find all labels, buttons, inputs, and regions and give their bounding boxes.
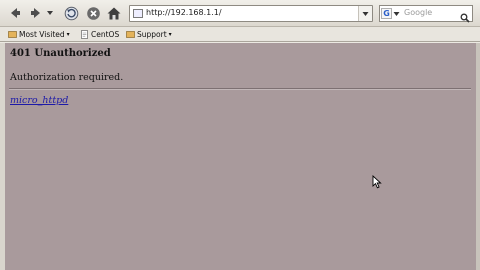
page-title: 401 Unauthorized — [10, 48, 111, 59]
server-link[interactable]: micro_httpd — [10, 95, 68, 106]
history-dropdown-button[interactable] — [44, 4, 56, 22]
navigation-toolbar: http://192.168.1.1/ G Google — [0, 0, 480, 27]
chevron-down-icon — [362, 11, 369, 16]
magnifier-icon — [460, 13, 470, 23]
bookmark-label: Support — [137, 30, 167, 39]
reload-icon — [64, 6, 78, 20]
chevron-down-icon: ▾ — [66, 31, 70, 38]
reload-button[interactable] — [61, 4, 81, 22]
horizontal-rule — [9, 88, 471, 90]
window-right-edge — [476, 43, 480, 270]
stop-icon — [86, 6, 100, 20]
url-text[interactable]: http://192.168.1.1/ — [146, 8, 222, 17]
site-favicon-icon — [133, 9, 143, 18]
forward-arrow-icon — [31, 8, 40, 18]
bookmark-centos[interactable]: CentOS — [80, 29, 119, 40]
back-arrow-icon — [11, 8, 20, 18]
page-icon — [81, 30, 88, 39]
home-button[interactable] — [104, 4, 124, 22]
chevron-down-icon: ▾ — [168, 31, 172, 38]
back-button[interactable] — [5, 4, 25, 22]
mouse-pointer-icon — [372, 175, 382, 189]
star-icon — [8, 31, 17, 38]
url-dropdown-button[interactable] — [358, 6, 372, 21]
error-message: Authorization required. — [10, 72, 124, 83]
bookmark-support[interactable]: Support ▾ — [126, 29, 172, 40]
page-content: 401 Unauthorized Authorization required.… — [5, 43, 476, 270]
stop-button[interactable] — [83, 4, 103, 22]
chevron-down-icon — [393, 11, 400, 16]
chevron-down-icon — [47, 11, 53, 15]
search-input[interactable]: Google — [404, 8, 432, 17]
address-bar[interactable]: http://192.168.1.1/ — [129, 5, 373, 22]
bookmarks-toolbar: Most Visited ▾ CentOS Support ▾ — [0, 27, 480, 42]
search-box[interactable]: G Google — [379, 5, 473, 23]
home-icon — [107, 7, 121, 19]
globe-icon — [126, 31, 135, 38]
google-icon: G — [381, 8, 392, 19]
forward-button[interactable] — [26, 4, 46, 22]
bookmark-label: Most Visited — [19, 30, 65, 39]
search-button[interactable] — [460, 8, 470, 27]
browser-window: http://192.168.1.1/ G Google Most Visite… — [0, 0, 480, 270]
search-engine-selector[interactable]: G — [381, 7, 401, 20]
bookmark-most-visited[interactable]: Most Visited ▾ — [8, 29, 70, 40]
bookmark-label: CentOS — [91, 30, 120, 39]
